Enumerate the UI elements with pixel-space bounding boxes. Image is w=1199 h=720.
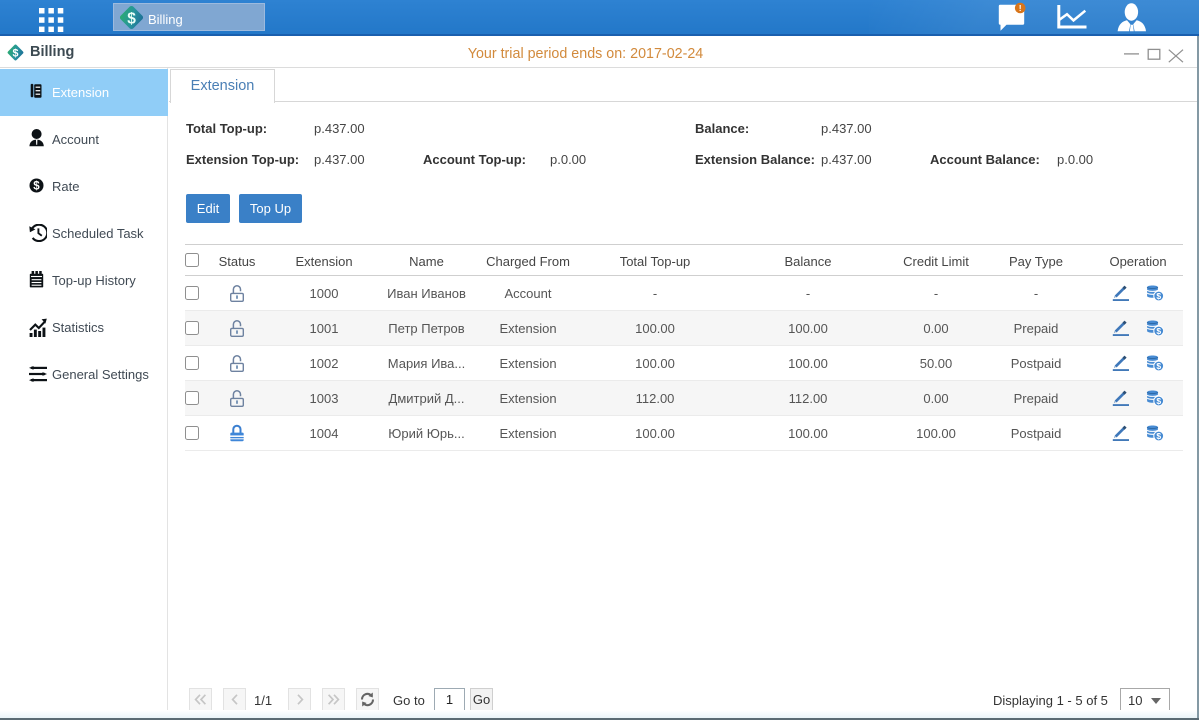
svg-text:$: $ (1156, 396, 1161, 406)
svg-text:$: $ (1156, 326, 1161, 336)
svg-text:$: $ (33, 181, 40, 193)
svg-text:!: ! (1019, 3, 1022, 13)
svg-text:$: $ (1156, 291, 1161, 301)
svg-text:$: $ (1156, 361, 1161, 371)
svg-text:$: $ (1156, 431, 1161, 441)
svg-text:$: $ (127, 10, 136, 27)
